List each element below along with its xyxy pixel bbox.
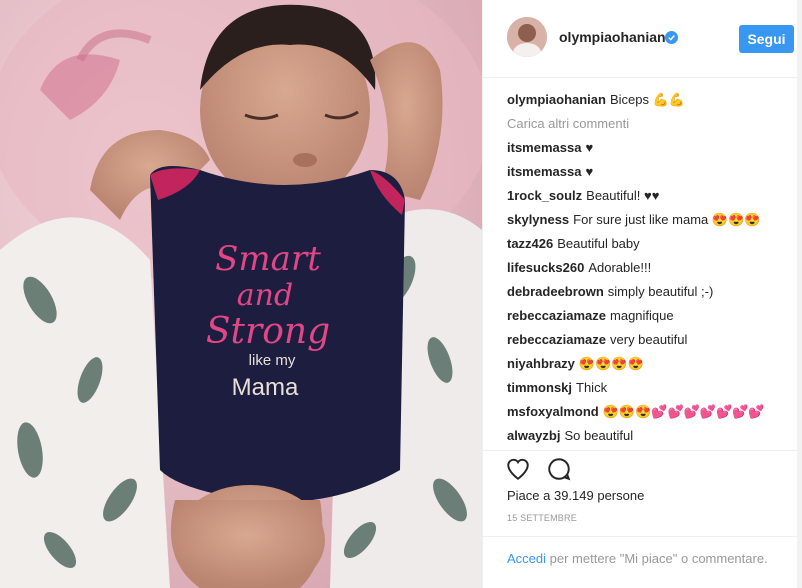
comment-text: Adorable!!!	[588, 260, 652, 275]
instagram-post-view: Smart and Strong like my Mama olympiaoha…	[0, 0, 802, 588]
comment-row: tazz426 Beautiful baby	[507, 232, 793, 256]
comment-bubble-icon[interactable]	[546, 456, 572, 482]
comment-row: msfoxyalmond 😍😍😍💕💕💕💕💕💕💕	[507, 400, 793, 424]
baby-photo-illustration: Smart and Strong like my Mama	[0, 0, 482, 588]
post-header: olympiaohanian Segui	[483, 0, 802, 78]
comment-username[interactable]: timmonskj	[507, 380, 572, 395]
comment-text: 😍😍😍💕💕💕💕💕💕💕	[602, 404, 765, 419]
comment-text: Beautiful baby	[557, 236, 640, 251]
comment-row: rebeccaziamaze magnifique	[507, 304, 793, 328]
comment-row: timmonskj Thick	[507, 376, 793, 400]
caption-text: Biceps 💪💪	[609, 92, 685, 107]
onesie-text-line5: Mama	[232, 374, 299, 401]
comment-text: 😍😍😍😍	[578, 356, 644, 371]
comment-username[interactable]: 1rock_soulz	[507, 188, 582, 203]
post-username[interactable]: olympiaohanian	[559, 29, 666, 45]
comment-username[interactable]: itsmemassa	[507, 164, 581, 179]
comment-username[interactable]: lifesucks260	[507, 260, 584, 275]
comment-text: Thick	[576, 380, 608, 395]
avatar[interactable]	[507, 17, 547, 57]
comment-username[interactable]: msfoxyalmond	[507, 404, 599, 419]
comment-row: 1rock_soulz Beautiful! ♥♥	[507, 184, 793, 208]
comment-username[interactable]: itsmemassa	[507, 140, 581, 155]
load-more-comments-link[interactable]: Carica altri commenti	[507, 112, 793, 136]
follow-button[interactable]: Segui	[739, 25, 794, 53]
comment-row: lifesucks260 Adorable!!!	[507, 256, 793, 280]
comment-row: rebeccaziamaze very beautiful	[507, 328, 793, 352]
comment-username[interactable]: niyahbrazy	[507, 356, 575, 371]
comment-text: ♥	[585, 140, 594, 155]
comment-username[interactable]: rebeccaziamaze	[507, 332, 606, 347]
heart-icon[interactable]	[505, 456, 531, 482]
caption: olympiaohanian Biceps 💪💪	[507, 88, 793, 112]
comment-row: itsmemassa ♥	[507, 160, 793, 184]
comment-text: Beautiful! ♥♥	[586, 188, 660, 203]
comment-username[interactable]: rebeccaziamaze	[507, 308, 606, 323]
onesie-text-line2: and	[237, 278, 293, 313]
verified-badge-icon	[665, 31, 678, 44]
onesie-text-line3: Strong	[206, 311, 330, 352]
comment-username[interactable]: debradeebrown	[507, 284, 604, 299]
comment-text: simply beautiful ;-)	[607, 284, 714, 299]
comment-text: magnifique	[610, 308, 674, 323]
login-link[interactable]: Accedi	[507, 551, 546, 566]
comment-row: niyahbrazy 😍😍😍😍	[507, 352, 793, 376]
caption-username[interactable]: olympiaohanian	[507, 92, 606, 107]
likes-count[interactable]: Piace a 39.149 persone	[507, 488, 644, 503]
comments-list[interactable]: olympiaohanian Biceps 💪💪 Carica altri com…	[507, 88, 793, 443]
post-date: 15 SETTEMBRE	[507, 513, 577, 523]
login-prompt: Accedi per mettere "Mi piace" o commenta…	[483, 536, 802, 569]
comment-row: itsmemassa ♥	[507, 136, 793, 160]
comment-text: very beautiful	[610, 332, 688, 347]
comment-username[interactable]: skylyness	[507, 212, 569, 227]
comment-rows: itsmemassa ♥ itsmemassa ♥ 1rock_soulz Beautif…	[507, 136, 793, 443]
comment-row: debradeebrown simply beautiful ;-)	[507, 280, 793, 304]
comment-text: So beautiful	[564, 428, 634, 443]
onesie-text-line4: like my	[249, 352, 296, 369]
comment-text: ♥	[585, 164, 594, 179]
comment-text: For sure just like mama 😍😍😍	[573, 212, 761, 227]
avatar-image	[507, 17, 547, 57]
comment-username[interactable]: tazz426	[507, 236, 553, 251]
post-photo[interactable]: Smart and Strong like my Mama	[0, 0, 482, 588]
comment-row: skylyness For sure just like mama 😍😍😍	[507, 208, 793, 232]
onesie-text-line1: Smart	[215, 239, 321, 279]
page-scrollbar[interactable]	[797, 0, 802, 588]
comment-username[interactable]: alwayzbj	[507, 428, 560, 443]
action-bar	[483, 450, 802, 485]
login-prompt-text: per mettere "Mi piace" o commentare.	[546, 551, 768, 566]
comment-row: alwayzbj So beautiful	[507, 424, 793, 443]
post-side-panel: olympiaohanian Segui olympiaohanian Bicep…	[482, 0, 802, 588]
